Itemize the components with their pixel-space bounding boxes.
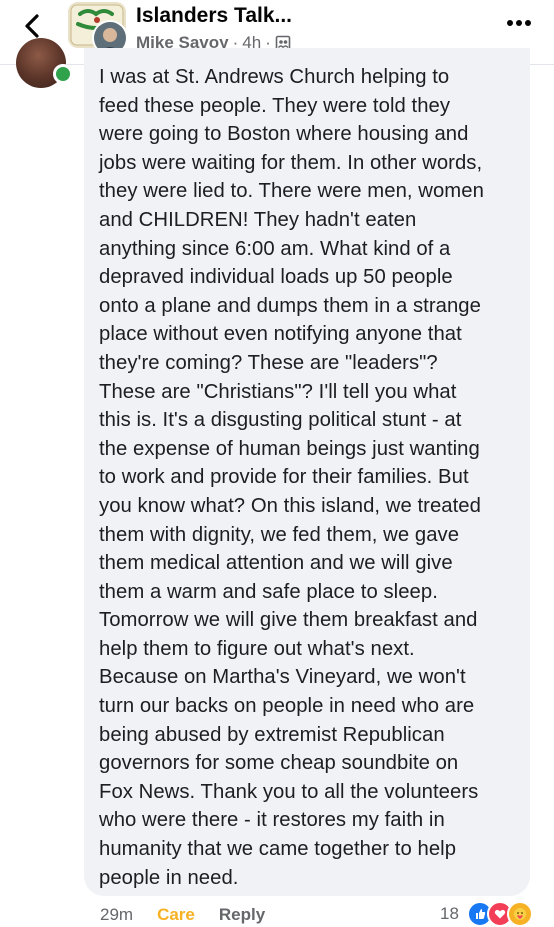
online-status-indicator <box>53 64 73 84</box>
care-icon <box>506 901 533 927</box>
reaction-count: 18 <box>440 904 459 923</box>
back-chevron-icon <box>25 14 39 38</box>
care-reaction-button[interactable]: Care <box>157 905 195 925</box>
comment-actions: 29m Care Reply <box>100 905 265 925</box>
reaction-summary[interactable]: 18 <box>440 901 533 927</box>
comment-time[interactable]: 29m <box>100 905 133 925</box>
more-options-button[interactable] <box>504 8 534 38</box>
group-name[interactable]: Islanders Talk... <box>136 4 292 28</box>
more-dots-icon <box>507 20 531 26</box>
comment-text: I was at St. Andrews Church helping to f… <box>99 66 484 889</box>
reply-button[interactable]: Reply <box>219 905 265 925</box>
comment-bubble[interactable]: I was at St. Andrews Church helping to f… <box>84 48 530 896</box>
